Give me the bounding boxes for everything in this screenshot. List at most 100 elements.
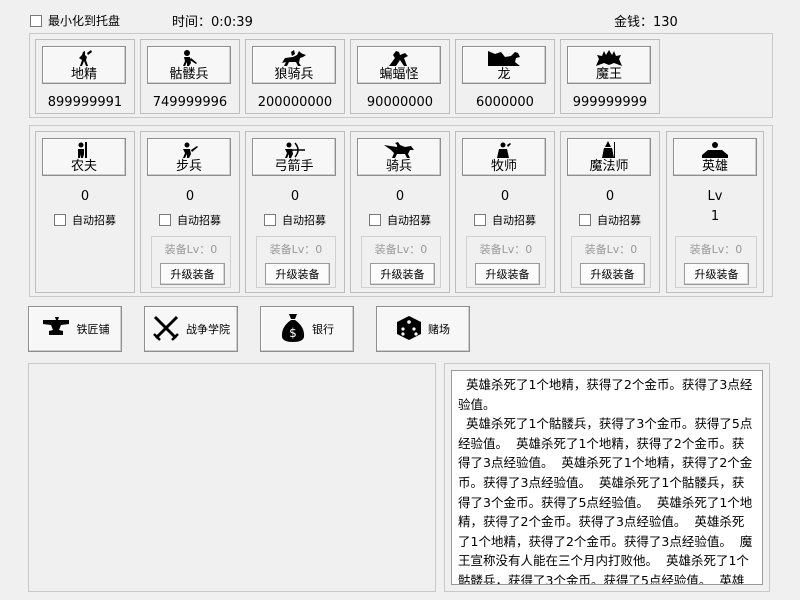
enemy-button-bat-monster[interactable]: 蝙蝠怪 (357, 46, 441, 84)
enemy-count: 90000000 (366, 95, 434, 110)
enemy-card-dragon: 龙 6000000 (455, 39, 555, 114)
auto-recruit-label: 自动招募 (282, 214, 326, 227)
equipment-level: 装备Lv：0 (479, 243, 533, 256)
checkbox-box[interactable] (30, 14, 42, 27)
checkbox-box[interactable] (159, 214, 171, 226)
unit-name: 步兵 (175, 159, 202, 174)
checkbox-box[interactable] (264, 214, 276, 226)
enemy-card-goblin: 地精 899999991 (35, 39, 135, 114)
enemy-name: 魔王 (595, 67, 622, 82)
unit-name: 农夫 (70, 159, 97, 174)
dragon-icon (487, 49, 521, 67)
recruit-farmer-button[interactable]: 农夫 (42, 138, 126, 176)
money-bag-icon: $ (280, 313, 306, 346)
svg-text:$: $ (289, 326, 297, 340)
hero-button[interactable]: 英雄 (673, 138, 757, 176)
checkbox-box[interactable] (474, 214, 486, 226)
auto-recruit-checkbox[interactable]: 自动招募 (579, 212, 641, 228)
army-panel: 农夫 0 自动招募 步兵 0 自动招募 装备Lv：0 升级装备 弓箭手 0 自动… (29, 125, 773, 297)
recruit-archer-button[interactable]: 弓箭手 (252, 138, 336, 176)
auto-recruit-label: 自动招募 (597, 214, 641, 227)
hero-name: 英雄 (701, 159, 728, 174)
recruit-infantry-button[interactable]: 步兵 (147, 138, 231, 176)
unit-card-cavalry: 骑兵 0 自动招募 装备Lv：0 升级装备 (350, 131, 450, 293)
equipment-level: 装备Lv：0 (689, 243, 743, 256)
recruit-cavalry-button[interactable]: 骑兵 (357, 138, 441, 176)
unit-name: 魔法师 (589, 159, 629, 174)
upgrade-equipment-button[interactable]: 升级装备 (265, 263, 330, 285)
archer-icon (281, 141, 307, 159)
battle-log-panel: 英雄杀死了1个地精，获得了2个金币。获得了3点经验值。 英雄杀死了1个骷髅兵，获… (444, 363, 770, 592)
enemy-button-wolf-rider[interactable]: 狼骑兵 (252, 46, 336, 84)
enemy-count: 200000000 (257, 95, 333, 110)
enemy-name: 蝙蝠怪 (379, 67, 419, 82)
demon-king-icon (594, 49, 624, 67)
hero-icon (700, 141, 730, 159)
minimize-to-tray-checkbox[interactable]: 最小化到托盘 (30, 12, 120, 29)
equipment-box: 装备Lv：0 升级装备 (466, 236, 546, 288)
unit-card-mage: 魔法师 0 自动招募 装备Lv：0 升级装备 (560, 131, 660, 293)
goblin-icon (73, 49, 95, 67)
action-label: 赌场 (428, 323, 450, 336)
unit-count: 0 (185, 189, 195, 204)
action-label: 银行 (312, 323, 334, 336)
enemy-count: 899999991 (47, 95, 123, 110)
casino-button[interactable]: 赌场 (376, 306, 470, 352)
enemy-card-bat-monster: 蝙蝠怪 90000000 (350, 39, 450, 114)
enemy-count: 749999996 (152, 95, 228, 110)
enemy-name: 龙 (497, 67, 511, 82)
bat-monster-icon (387, 49, 411, 67)
infantry-icon (178, 141, 200, 159)
unit-count: 0 (395, 189, 405, 204)
unit-card-archer: 弓箭手 0 自动招募 装备Lv：0 升级装备 (245, 131, 345, 293)
equipment-box: 装备Lv：0 升级装备 (361, 236, 441, 288)
enemy-card-wolf-rider: 狼骑兵 200000000 (245, 39, 345, 114)
equipment-box: 装备Lv：0 升级装备 (675, 236, 757, 288)
enemy-button-demon-king[interactable]: 魔王 (567, 46, 651, 84)
auto-recruit-checkbox[interactable]: 自动招募 (369, 212, 431, 228)
enemy-count: 6000000 (476, 95, 534, 110)
recruit-priest-button[interactable]: 牧师 (462, 138, 546, 176)
gold-amount: 金钱：130 (614, 15, 678, 30)
bank-button[interactable]: $ 银行 (260, 306, 354, 352)
enemy-button-goblin[interactable]: 地精 (42, 46, 126, 84)
action-label: 战争学院 (186, 323, 230, 336)
upgrade-equipment-button[interactable]: 升级装备 (475, 263, 540, 285)
war-academy-button[interactable]: 战争学院 (144, 306, 238, 352)
battle-log-text[interactable]: 英雄杀死了1个地精，获得了2个金币。获得了3点经验值。 英雄杀死了1个骷髅兵，获… (451, 370, 763, 585)
enemy-name: 骷髅兵 (169, 67, 209, 82)
auto-recruit-checkbox[interactable]: 自动招募 (54, 212, 116, 228)
auto-recruit-label: 自动招募 (72, 214, 116, 227)
unit-name: 弓箭手 (274, 159, 314, 174)
upgrade-equipment-button[interactable]: 升级装备 (580, 263, 645, 285)
checkbox-box[interactable] (54, 214, 66, 226)
equipment-level: 装备Lv：0 (164, 243, 218, 256)
dice-icon (396, 315, 422, 344)
recruit-mage-button[interactable]: 魔法师 (567, 138, 651, 176)
enemy-count: 999999999 (572, 95, 648, 110)
minimize-to-tray-label: 最小化到托盘 (48, 14, 121, 28)
unit-count: 0 (605, 189, 615, 204)
unit-count: 0 (290, 189, 300, 204)
anvil-icon (41, 316, 71, 343)
enemy-button-skeleton[interactable]: 骷髅兵 (147, 46, 231, 84)
enemy-card-skeleton: 骷髅兵 749999996 (140, 39, 240, 114)
upgrade-equipment-button[interactable]: 升级装备 (160, 263, 225, 285)
cavalry-icon (383, 141, 415, 159)
checkbox-box[interactable] (579, 214, 591, 226)
enemy-button-dragon[interactable]: 龙 (462, 46, 546, 84)
upgrade-equipment-button[interactable]: 升级装备 (370, 263, 435, 285)
elapsed-time: 时间：0:0:39 (172, 15, 253, 30)
auto-recruit-checkbox[interactable]: 自动招募 (474, 212, 536, 228)
unit-count: 0 (80, 189, 90, 204)
equipment-level: 装备Lv：0 (269, 243, 323, 256)
enemy-name: 地精 (70, 67, 97, 82)
auto-recruit-label: 自动招募 (492, 214, 536, 227)
wolf-rider-icon (279, 49, 309, 67)
auto-recruit-label: 自动招募 (177, 214, 221, 227)
checkbox-box[interactable] (369, 214, 381, 226)
blacksmith-button[interactable]: 铁匠铺 (28, 306, 122, 352)
upgrade-equipment-button[interactable]: 升级装备 (684, 263, 749, 285)
auto-recruit-checkbox[interactable]: 自动招募 (159, 212, 221, 228)
auto-recruit-checkbox[interactable]: 自动招募 (264, 212, 326, 228)
